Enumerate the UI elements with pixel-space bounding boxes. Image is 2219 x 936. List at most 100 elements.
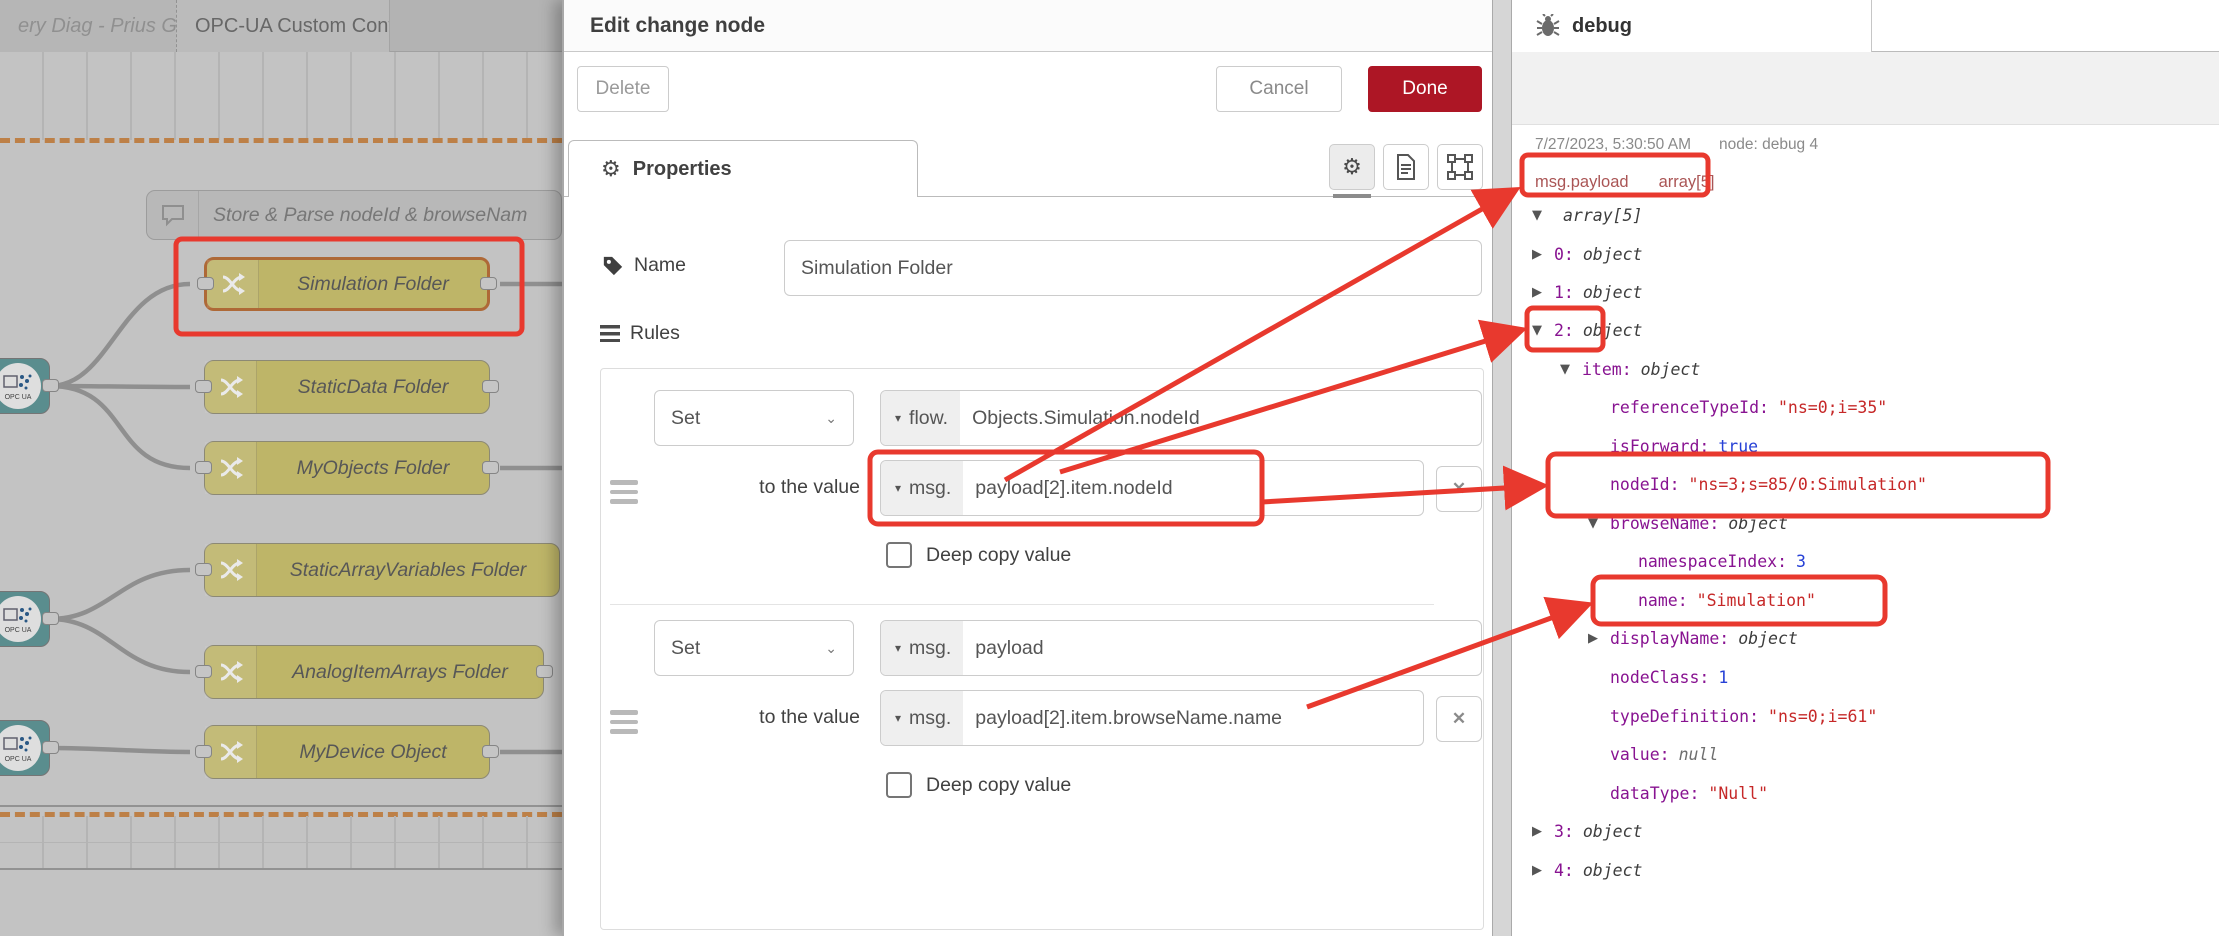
tree-row-0: ▶0:object xyxy=(1532,238,1642,270)
tree-row-2: ▼2:object xyxy=(1532,314,1642,346)
debug-timestamp: 7/27/2023, 5:30:50 AM xyxy=(1535,136,1691,154)
rule1-to-value-label: to the value xyxy=(660,476,860,499)
rule2-deep-copy-row: Deep copy value xyxy=(886,772,1071,798)
rule1-target-type-button[interactable]: ▾ flow. xyxy=(881,391,960,445)
rule2-action-select[interactable]: Set ⌄ xyxy=(654,620,854,676)
description-icon-button[interactable] xyxy=(1383,144,1429,190)
tree-row-array: ▼array[5] xyxy=(1532,199,1642,231)
rule1-drag-handle[interactable] xyxy=(610,480,638,504)
debug-node-id: node: debug 4 xyxy=(1719,136,1818,154)
rule1-deep-copy-checkbox[interactable] xyxy=(886,542,912,568)
appearance-icon xyxy=(1447,154,1473,180)
rule-separator xyxy=(610,604,1434,605)
node-red-editor: ery Diag - Prius Gen 4 OPC-UA Custom Con… xyxy=(0,0,2219,936)
sidebar-tab-bar: debug xyxy=(1512,0,2219,52)
name-field-label: Name xyxy=(602,254,686,277)
tab-debug[interactable]: debug xyxy=(1512,0,1872,52)
delete-button[interactable]: Delete xyxy=(577,66,669,112)
close-icon: ✕ xyxy=(1452,479,1466,499)
rule2-target-value: payload xyxy=(963,621,1043,675)
rule1-target-field[interactable]: ▾ flow. Objects.Simulation.nodeId xyxy=(880,390,1482,446)
dialog-title: Edit change node xyxy=(590,14,765,38)
tree-row-typedefinition: typeDefinition:"ns=0;i=61" xyxy=(1532,700,1877,732)
caret-down-icon: ▾ xyxy=(895,481,901,495)
typed-input-prefix: flow. xyxy=(909,407,948,430)
typed-input-prefix: msg. xyxy=(909,637,951,660)
tree-row-3: ▶3:object xyxy=(1532,815,1642,847)
modal-shade-overlay xyxy=(0,0,562,936)
gear-icon: ⚙ xyxy=(1342,155,1362,180)
rule1-action-select[interactable]: Set ⌄ xyxy=(654,390,854,446)
caret-down-icon[interactable]: ▼ xyxy=(1560,362,1582,377)
rule2-value-type-button[interactable]: ▾ msg. xyxy=(881,691,963,745)
tree-row-item: ▼item:object xyxy=(1532,353,1700,385)
rule1-value-field[interactable]: ▾ msg. payload[2].item.nodeId xyxy=(880,460,1424,516)
chevron-down-icon: ⌄ xyxy=(825,410,837,427)
debug-toolbar xyxy=(1512,52,2219,125)
tree-row-browsename: ▼browseName:object xyxy=(1532,507,1788,539)
caret-down-icon[interactable]: ▼ xyxy=(1588,516,1610,531)
caret-right-icon[interactable]: ▶ xyxy=(1532,824,1554,839)
sidebar-separator[interactable] xyxy=(1492,0,1512,936)
tree-row-namespaceindex: namespaceIndex:3 xyxy=(1532,545,1806,577)
name-label-text: Name xyxy=(634,254,686,277)
debug-msg-path[interactable]: msg.payload xyxy=(1535,173,1629,192)
tree-row-datatype: dataType:"Null" xyxy=(1532,777,1768,809)
tree-row-isforward: isForward:true xyxy=(1532,430,1758,462)
edit-change-node-dialog: Edit change node Delete Cancel Done ⚙ Pr… xyxy=(562,0,1492,936)
tab-debug-label: debug xyxy=(1572,15,1632,38)
tree-row-nodeclass: nodeClass:1 xyxy=(1532,661,1728,693)
rule-action-value: Set xyxy=(671,407,700,430)
bug-icon xyxy=(1536,14,1560,38)
tab-properties[interactable]: ⚙ Properties xyxy=(568,140,918,197)
rule2-delete-button[interactable]: ✕ xyxy=(1436,696,1482,742)
done-button[interactable]: Done xyxy=(1368,66,1482,112)
rule1-value-text: payload[2].item.nodeId xyxy=(963,461,1172,515)
typed-input-prefix: msg. xyxy=(909,707,951,730)
rule1-target-value: Objects.Simulation.nodeId xyxy=(960,391,1200,445)
rule2-value-text: payload[2].item.browseName.name xyxy=(963,691,1282,745)
caret-down-icon[interactable]: ▼ xyxy=(1532,208,1554,223)
caret-right-icon[interactable]: ▶ xyxy=(1532,863,1554,878)
typed-input-prefix: msg. xyxy=(909,477,951,500)
caret-down-icon: ▾ xyxy=(895,711,901,725)
close-icon: ✕ xyxy=(1452,709,1466,729)
tab-properties-label: Properties xyxy=(633,158,732,181)
name-input[interactable] xyxy=(784,240,1482,296)
debug-message-meta: 7/27/2023, 5:30:50 AM node: debug 4 xyxy=(1535,136,1818,154)
rule-action-value: Set xyxy=(671,637,700,660)
tree-row-displayname: ▶displayName:object xyxy=(1532,622,1798,654)
caret-right-icon[interactable]: ▶ xyxy=(1532,247,1554,262)
tree-row-1: ▶1:object xyxy=(1532,276,1642,308)
appearance-icon-button[interactable] xyxy=(1437,144,1483,190)
caret-right-icon[interactable]: ▶ xyxy=(1532,285,1554,300)
rule2-drag-handle[interactable] xyxy=(610,710,638,734)
cancel-button[interactable]: Cancel xyxy=(1216,66,1342,112)
deep-copy-label: Deep copy value xyxy=(926,774,1071,797)
caret-down-icon: ▾ xyxy=(895,411,901,425)
caret-down-icon[interactable]: ▼ xyxy=(1532,323,1554,338)
tree-row-name: name:"Simulation" xyxy=(1532,584,1816,616)
rule1-value-type-button[interactable]: ▾ msg. xyxy=(881,461,963,515)
caret-right-icon[interactable]: ▶ xyxy=(1588,631,1610,646)
rule1-delete-button[interactable]: ✕ xyxy=(1436,466,1482,512)
rule2-value-field[interactable]: ▾ msg. payload[2].item.browseName.name xyxy=(880,690,1424,746)
caret-down-icon: ▾ xyxy=(895,641,901,655)
chevron-down-icon: ⌄ xyxy=(825,640,837,657)
gear-icon: ⚙ xyxy=(601,157,621,182)
tree-row-value: value:null xyxy=(1532,738,1718,770)
tree-row-4: ▶4:object xyxy=(1532,854,1642,886)
rule2-deep-copy-checkbox[interactable] xyxy=(886,772,912,798)
debug-message-path-row: msg.payload array[5] xyxy=(1535,166,1715,198)
rule2-target-type-button[interactable]: ▾ msg. xyxy=(881,621,963,675)
debug-msg-type: array[5] xyxy=(1659,173,1715,192)
list-icon xyxy=(600,325,620,342)
dialog-header: Edit change node xyxy=(564,0,1492,52)
rules-section-label: Rules xyxy=(600,322,680,345)
edit-properties-icon-button[interactable]: ⚙ xyxy=(1329,144,1375,190)
dialog-tab-bar: ⚙ Properties ⚙ xyxy=(564,140,1492,197)
rule2-to-value-label: to the value xyxy=(660,706,860,729)
tree-row-nodeid: nodeId:"ns=3;s=85/0:Simulation" xyxy=(1532,468,1927,500)
deep-copy-label: Deep copy value xyxy=(926,544,1071,567)
rule2-target-field[interactable]: ▾ msg. payload xyxy=(880,620,1482,676)
